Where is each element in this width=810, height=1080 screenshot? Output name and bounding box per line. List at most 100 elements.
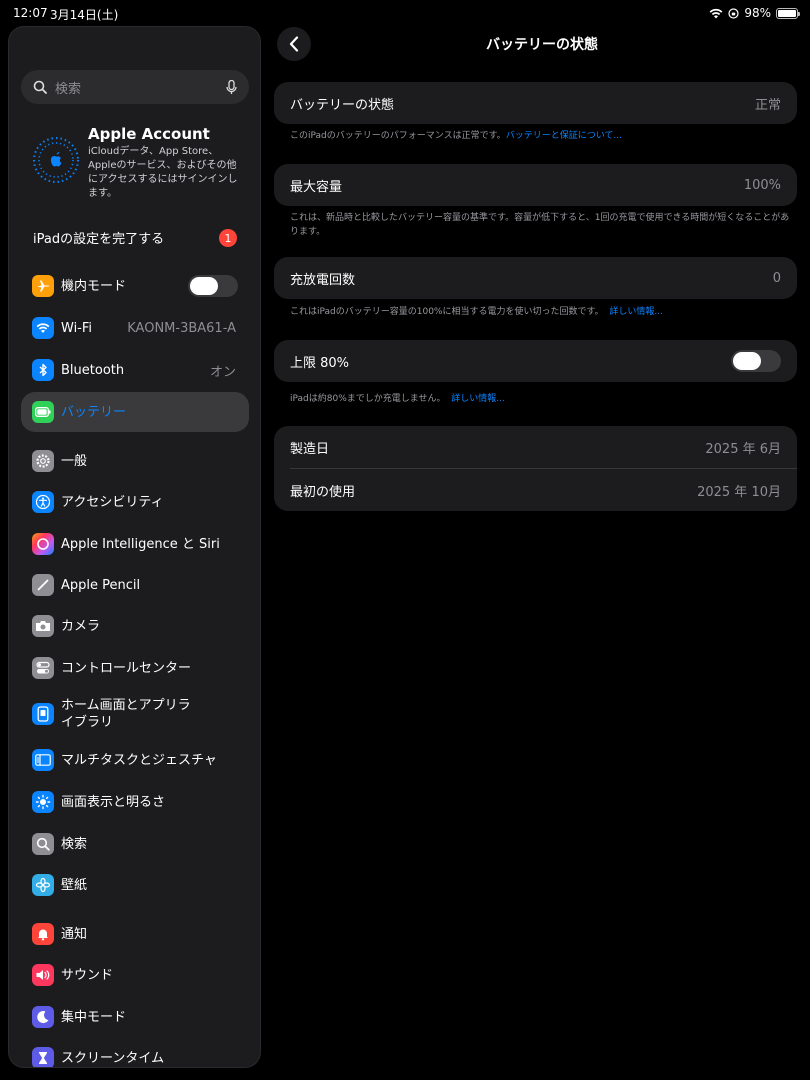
- sidebar-item-label: 検索: [61, 836, 88, 852]
- account-title: Apple Account: [88, 125, 210, 143]
- focus-icon: [32, 1006, 54, 1028]
- account-description: iCloudデータ、App Store、Appleのサービス、およびその他にアク…: [88, 146, 238, 199]
- first-use-value: 2025 年 10月: [697, 484, 781, 500]
- sidebar: 検索 Apple Account iCloudデータ、App Store、App…: [8, 26, 261, 1068]
- sidebar-item-apple-intelligence-siri[interactable]: Apple Intelligence と Siri: [21, 524, 249, 564]
- home-screen-icon: [32, 703, 54, 725]
- sidebar-item-wifi[interactable]: Wi-Fi KAONM-3BA61-A: [21, 308, 249, 348]
- sidebar-item-wallpaper[interactable]: 壁紙: [21, 865, 249, 905]
- cycle-count-note-text: これはiPadのバッテリー容量の100%に相当する電力を使い切った回数です。: [290, 307, 604, 317]
- charge-limit-card: 上限 80%: [274, 340, 797, 382]
- apple-account-signin[interactable]: Apple Account iCloudデータ、App Store、Appleの…: [21, 123, 249, 199]
- sidebar-item-general[interactable]: 一般: [21, 441, 249, 481]
- bluetooth-status: オン: [209, 364, 236, 380]
- sidebar-item-camera[interactable]: カメラ: [21, 606, 249, 646]
- sidebar-item-display-brightness[interactable]: 画面表示と明るさ: [21, 782, 249, 822]
- sidebar-item-label: Wi-Fi: [61, 320, 93, 336]
- first-use-label: 最初の使用: [290, 484, 356, 500]
- search-field[interactable]: 検索: [21, 70, 249, 104]
- charge-limit-note: iPadは約80%までしか充電しません。 詳しい情報...: [290, 392, 790, 406]
- sidebar-item-home-screen[interactable]: ホーム画面とアプリライブラリ: [21, 693, 249, 735]
- multitask-icon: [32, 749, 54, 771]
- cycle-count-label: 充放電回数: [290, 272, 356, 288]
- sidebar-item-search[interactable]: 検索: [21, 824, 249, 864]
- sidebar-item-label: カメラ: [61, 618, 101, 634]
- battery-icon: [32, 401, 54, 423]
- gear-icon: [32, 450, 54, 472]
- search-icon: [32, 833, 54, 855]
- manufacture-date-row: 製造日 2025 年 6月: [274, 426, 797, 468]
- wifi-network-name: KAONM-3BA61-A: [127, 320, 236, 336]
- battery-health-label: バッテリーの状態: [290, 97, 395, 113]
- brightness-icon: [32, 791, 54, 813]
- sidebar-item-notifications[interactable]: 通知: [21, 914, 249, 954]
- cycle-count-row: 充放電回数 0: [274, 257, 797, 299]
- charge-limit-label: 上限 80%: [290, 355, 350, 371]
- search-placeholder: 検索: [55, 81, 82, 97]
- battery-health-row: バッテリーの状態 正常: [274, 82, 797, 124]
- camera-icon: [32, 615, 54, 637]
- screentime-icon: [32, 1047, 54, 1067]
- sidebar-item-label: Bluetooth: [61, 362, 125, 378]
- search-icon: [33, 80, 47, 94]
- sidebar-item-bluetooth[interactable]: Bluetooth オン: [21, 350, 249, 390]
- sidebar-item-accessibility[interactable]: アクセシビリティ: [21, 482, 249, 522]
- orientation-lock-icon: [728, 7, 739, 19]
- dates-card: 製造日 2025 年 6月 最初の使用 2025 年 10月: [274, 426, 797, 511]
- charge-limit-learn-more-link[interactable]: 詳しい情報...: [451, 394, 505, 404]
- sidebar-item-multitasking[interactable]: マルチタスクとジェスチャ: [21, 740, 249, 780]
- apple-account-icon: [33, 137, 79, 183]
- sidebar-item-sounds[interactable]: サウンド: [21, 955, 249, 995]
- battery-health-card: バッテリーの状態 正常: [274, 82, 797, 124]
- sidebar-item-label: 通知: [61, 926, 88, 942]
- battery-status-icon: [776, 7, 800, 19]
- cycle-count-card: 充放電回数 0: [274, 257, 797, 299]
- max-capacity-label: 最大容量: [290, 179, 343, 195]
- sidebar-item-focus[interactable]: 集中モード: [21, 997, 249, 1037]
- wallpaper-icon: [32, 874, 54, 896]
- sidebar-item-label: バッテリー: [61, 404, 127, 420]
- cycle-count-value: 0: [772, 270, 781, 286]
- microphone-icon[interactable]: [226, 79, 237, 95]
- control-center-icon: [32, 657, 54, 679]
- sidebar-item-apple-pencil[interactable]: Apple Pencil: [21, 565, 249, 605]
- sidebar-item-airplane-mode[interactable]: 機内モード: [21, 266, 249, 306]
- charge-limit-row: 上限 80%: [274, 340, 797, 382]
- siri-icon: [32, 533, 54, 555]
- battery-health-note: このiPadのバッテリーのパフォーマンスは正常です。バッテリーと保証について..…: [290, 129, 790, 143]
- sidebar-item-label: スクリーンタイム: [61, 1050, 165, 1066]
- sidebar-item-label: Apple Pencil: [61, 577, 141, 593]
- sidebar-item-label: 一般: [61, 453, 88, 469]
- status-bar: 12:07 3月14日(土) 98%: [0, 0, 810, 26]
- airplane-mode-toggle[interactable]: [188, 275, 238, 297]
- max-capacity-note: これは、新品時と比較したバッテリー容量の基準です。容量が低下すると、1回の充電で…: [290, 213, 790, 237]
- charge-limit-toggle[interactable]: [731, 350, 781, 372]
- sidebar-item-label: コントロールセンター: [61, 660, 192, 676]
- sidebar-item-battery[interactable]: バッテリー: [21, 392, 249, 432]
- sidebar-item-label: アクセシビリティ: [61, 494, 164, 510]
- sound-icon: [32, 964, 54, 986]
- cycle-count-note: これはiPadのバッテリー容量の100%に相当する電力を使い切った回数です。 詳…: [290, 305, 790, 319]
- sidebar-item-label: Apple Intelligence と Siri: [61, 536, 220, 552]
- finish-setup-item[interactable]: iPadの設定を完了する 1: [21, 223, 249, 251]
- sidebar-item-label: ホーム画面とアプリライブラリ: [61, 698, 191, 730]
- battery-health-value: 正常: [754, 97, 781, 113]
- sidebar-item-label: マルチタスクとジェスチャ: [61, 752, 217, 768]
- sidebar-item-label: 壁紙: [61, 877, 88, 893]
- accessibility-icon: [32, 491, 54, 513]
- sidebar-item-screen-time[interactable]: スクリーンタイム: [21, 1038, 249, 1067]
- setup-badge: 1: [219, 229, 237, 247]
- charge-limit-note-text: iPadは約80%までしか充電しません。: [290, 394, 446, 404]
- manufacture-date-value: 2025 年 6月: [705, 441, 781, 457]
- status-time: 12:07: [13, 6, 48, 20]
- manufacture-date-label: 製造日: [290, 441, 330, 457]
- max-capacity-row: 最大容量 100%: [274, 164, 797, 206]
- max-capacity-value: 100%: [743, 177, 781, 193]
- cycle-count-learn-more-link[interactable]: 詳しい情報...: [609, 307, 663, 317]
- finish-setup-label: iPadの設定を完了する: [33, 231, 165, 247]
- sidebar-item-control-center[interactable]: コントロールセンター: [21, 648, 249, 688]
- airplane-icon: [32, 275, 54, 297]
- battery-warranty-link[interactable]: バッテリーと保証について...: [506, 131, 622, 141]
- bluetooth-icon: [32, 359, 54, 381]
- battery-health-note-text: このiPadのバッテリーのパフォーマンスは正常です。: [290, 131, 506, 141]
